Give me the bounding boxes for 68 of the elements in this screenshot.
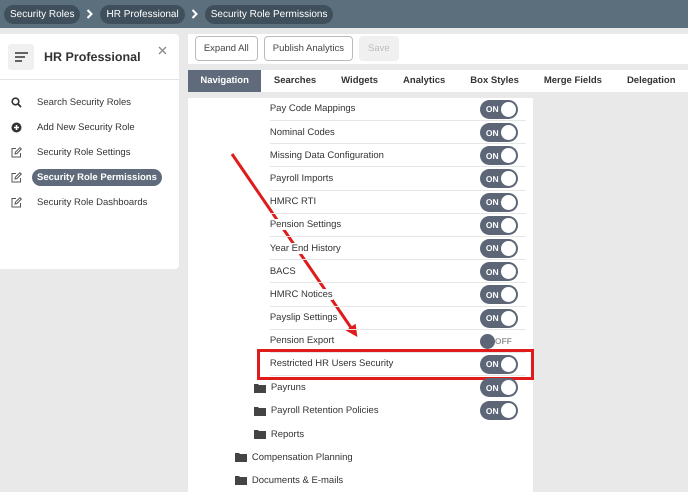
permission-label: Pension Export	[270, 335, 334, 346]
chevron-right-icon	[86, 9, 94, 19]
tab[interactable]: Analytics	[390, 70, 458, 92]
plus-circle-icon	[11, 122, 22, 133]
chevron-right-icon	[190, 9, 199, 19]
folder-icon	[234, 475, 247, 486]
edit-icon	[11, 197, 22, 208]
permission-label: Restricted HR Users Security	[270, 358, 394, 370]
folder-icon	[254, 429, 266, 440]
permission-label: Reports	[270, 428, 304, 440]
toggle-switch[interactable]: ON	[480, 146, 518, 166]
permission-label: Pension Settings	[270, 219, 342, 230]
sidebar-item-label: Search Security Roles	[36, 96, 132, 110]
edit-icon	[11, 147, 22, 158]
menu-icon	[14, 52, 28, 62]
tab[interactable]: Searches	[261, 70, 329, 92]
sidebar-item[interactable]: Search Security Roles	[11, 90, 179, 115]
toggle-switch[interactable]: ON	[480, 123, 518, 142]
menu-button[interactable]	[8, 44, 34, 70]
permission-label: Nominal Codes	[270, 126, 335, 138]
breadcrumb-link[interactable]: Security Roles	[4, 4, 80, 24]
sidebar-item[interactable]: Add New Security Role	[11, 115, 179, 140]
sidebar-item[interactable]: Security Role Permissions	[11, 165, 179, 190]
sidebar-item[interactable]: Security Role Settings	[11, 140, 179, 165]
permission-label: Payslip Settings	[270, 312, 338, 324]
toggle-switch[interactable]: ON	[480, 354, 518, 374]
breadcrumb-link[interactable]: Security Role Permissions	[204, 4, 334, 24]
sidebar-item-label: Security Role Permissions	[32, 169, 162, 186]
permission-label: Missing Data Configuration	[270, 150, 384, 161]
toggle-switch[interactable]: ON	[480, 262, 518, 282]
sidebar-item-label: Security Role Dashboards	[36, 196, 148, 210]
toolbar-button[interactable]: Publish Analytics	[264, 36, 354, 62]
tab[interactable]: Box Styles	[458, 70, 532, 92]
toggle-switch[interactable]: ON	[480, 401, 518, 420]
toolbar-button[interactable]: Expand All	[194, 36, 258, 62]
sidebar-title: HR Professional	[44, 50, 141, 64]
toggle-switch[interactable]: ON	[480, 192, 518, 212]
search-icon	[11, 97, 22, 108]
tab[interactable]: Delegation	[614, 70, 688, 92]
sidebar-item-label: Security Role Settings	[36, 146, 132, 160]
toggle-switch[interactable]: ON	[480, 216, 518, 235]
toggle-switch[interactable]: ON	[480, 238, 518, 258]
permission-label: Payroll Imports	[270, 172, 334, 184]
permission-label: HMRC Notices	[270, 288, 333, 300]
permission-label: Payruns	[270, 382, 306, 394]
tab[interactable]: Merge Fields	[531, 70, 614, 92]
breadcrumb-link[interactable]: HR Professional	[100, 4, 185, 24]
permission-label: BACS	[270, 266, 296, 277]
folder-icon	[254, 382, 266, 393]
toggle-switch[interactable]: ON	[480, 169, 518, 188]
permission-label: Payroll Retention Policies	[270, 405, 379, 416]
close-icon[interactable]	[158, 46, 167, 55]
toggle-switch[interactable]: ON	[480, 100, 518, 119]
permission-label: Compensation Planning	[252, 452, 353, 463]
folder-icon	[234, 452, 247, 462]
folder-icon	[254, 406, 266, 416]
permission-label: Documents & E-mails	[252, 474, 344, 486]
sidebar-item[interactable]: Security Role Dashboards	[11, 190, 179, 215]
tab[interactable]: Widgets	[328, 70, 391, 92]
tab[interactable]: Navigation	[188, 70, 262, 92]
toggle-switch[interactable]: ON	[480, 378, 518, 398]
permission-label: Year End History	[270, 242, 341, 254]
edit-icon	[11, 172, 22, 183]
sidebar-item-label: Add New Security Role	[36, 121, 136, 135]
permission-label: Pay Code Mappings	[270, 103, 356, 114]
toggle-switch[interactable]: ON	[480, 308, 518, 328]
toggle-switch[interactable]: ON	[480, 285, 518, 304]
permission-label: HMRC RTI	[270, 196, 316, 208]
